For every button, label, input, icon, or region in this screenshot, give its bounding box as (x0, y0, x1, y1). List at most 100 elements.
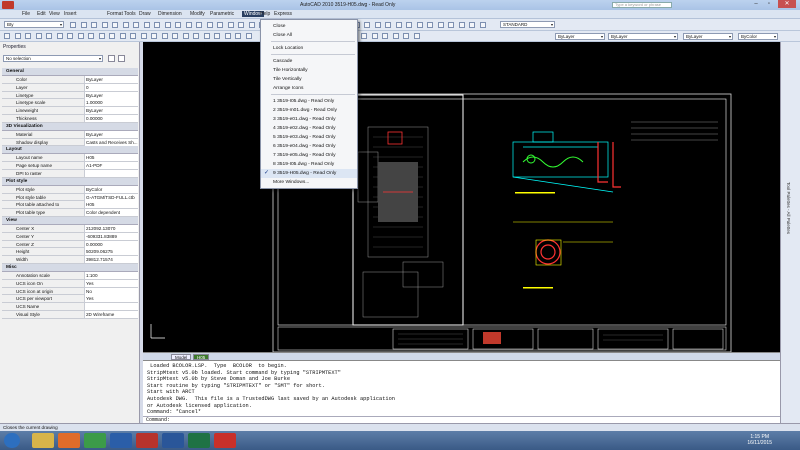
toolbar-tool-icon[interactable] (224, 33, 231, 39)
quick-select-icon[interactable] (108, 55, 115, 62)
menu-edit[interactable]: Edit (35, 11, 48, 17)
property-row[interactable]: Layer 0 (2, 83, 138, 92)
property-row[interactable]: UCS per viewport Yes (2, 295, 138, 304)
property-row[interactable]: Plot table type Color dependent (2, 209, 138, 217)
toolbar-tool-icon[interactable] (133, 22, 139, 28)
menu-express[interactable]: Express (272, 11, 294, 17)
layer-combo[interactable]: Bty ▾ (4, 21, 64, 28)
toolbar-tool-icon[interactable] (77, 33, 84, 39)
toolbar-tool-icon[interactable] (101, 22, 108, 28)
help-search-input[interactable]: Type a keyword or phrase (612, 2, 672, 8)
property-row[interactable]: Layout name H05 (2, 154, 138, 163)
menu-parametric[interactable]: Parametric (208, 11, 236, 17)
toolbar-tool-icon[interactable] (175, 22, 181, 28)
property-value[interactable]: ByLayer (84, 107, 138, 115)
toolbar-tool-icon[interactable] (172, 33, 178, 39)
property-row[interactable]: Height 50209.06275 (2, 248, 138, 257)
start-button[interactable] (4, 433, 20, 448)
property-value[interactable]: -609331.83889 (84, 232, 138, 240)
app-logo-icon[interactable] (2, 1, 14, 9)
color-combo[interactable]: ByLayer ▾ (555, 33, 605, 40)
toolbar-tool-icon[interactable] (479, 22, 486, 28)
toolbar-tool-icon[interactable] (248, 22, 255, 28)
menu-item-document[interactable]: 5 3519-e03.dwg - Read Only (261, 133, 357, 142)
acrobat-icon[interactable] (214, 433, 236, 448)
toolbar-tool-icon[interactable] (122, 22, 129, 28)
properties-section-misc[interactable]: Misc (2, 264, 138, 272)
toolbar-tool-icon[interactable] (25, 33, 31, 39)
system-clock[interactable]: 1:15 PM 16/11/2015 (747, 434, 772, 446)
toolbar-tool-icon[interactable] (112, 22, 118, 28)
menu-modify[interactable]: Modify (188, 11, 207, 17)
toolbar-tool-icon[interactable] (416, 22, 423, 28)
explorer-icon[interactable] (32, 433, 54, 448)
toolbar-tool-icon[interactable] (413, 33, 420, 39)
property-row[interactable]: Material ByLayer (2, 130, 138, 139)
toolbar-tool-icon[interactable] (70, 22, 76, 28)
property-row[interactable]: Plot style table G-ATGM/TSD-FULL.ctb (2, 193, 138, 202)
menu-draw[interactable]: Draw (137, 11, 153, 17)
menu-item-document[interactable]: 4 3519-e02.dwg - Read Only (261, 124, 357, 133)
word-icon[interactable] (162, 433, 184, 448)
toolbar-tool-icon[interactable] (143, 22, 150, 28)
toolbar-tool-icon[interactable] (214, 33, 220, 39)
toolbar-tool-icon[interactable] (361, 33, 367, 39)
property-row[interactable]: Center X 212092.13070 (2, 225, 138, 233)
toolbar-tool-icon[interactable] (4, 33, 10, 39)
property-value[interactable]: 50209.06275 (84, 248, 138, 256)
toolbar-tool-icon[interactable] (385, 22, 391, 28)
toolbar-tool-icon[interactable] (119, 33, 126, 39)
toolbar-tool-icon[interactable] (206, 22, 213, 28)
toolbar-tool-icon[interactable] (109, 33, 115, 39)
menu-file[interactable]: File (20, 11, 32, 17)
property-value[interactable]: 0.00000 (84, 240, 138, 248)
toolbar-tool-icon[interactable] (203, 33, 210, 39)
property-value[interactable]: 212092.13070 (84, 225, 138, 232)
property-value[interactable]: Color dependent (84, 209, 138, 217)
menu-item-close-all[interactable]: Close All (261, 31, 357, 40)
property-row[interactable]: Color ByLayer (2, 76, 138, 84)
menu-item-document[interactable]: 3 3519-e01.dwg - Read Only (261, 115, 357, 124)
toolbar-tool-icon[interactable] (403, 33, 409, 39)
toolbar-tool-icon[interactable] (448, 22, 454, 28)
autocad-taskbar-icon[interactable] (136, 433, 158, 448)
menu-dimension[interactable]: Dimension (156, 11, 184, 17)
restore-icon[interactable]: ▫ (763, 0, 775, 8)
toolbar-tool-icon[interactable] (374, 22, 381, 28)
menu-item-tile-horizontally[interactable]: Tile Horizontally (261, 66, 357, 75)
properties-section-plot-style[interactable]: Plot style (2, 177, 138, 186)
property-row[interactable]: DPI to raster (2, 170, 138, 178)
property-value[interactable]: 1.00000 (84, 99, 138, 107)
menu-item-close[interactable]: Close (261, 22, 357, 31)
firefox-icon[interactable] (58, 433, 80, 448)
toolbar-tool-icon[interactable] (88, 33, 94, 39)
toolbar-tool-icon[interactable] (217, 22, 223, 28)
toolbar-tool-icon[interactable] (427, 22, 433, 28)
property-value[interactable]: H05 (84, 154, 138, 162)
property-value[interactable]: G-ATGM/TSD-FULL.ctb (84, 193, 138, 201)
toolbar-tool-icon[interactable] (364, 22, 370, 28)
properties-section-3d-visualization[interactable]: 3D Visualization (2, 122, 138, 131)
command-input[interactable]: Command: (143, 416, 780, 423)
property-row[interactable]: UCS icon On Yes (2, 279, 138, 288)
toolbar-tool-icon[interactable] (395, 22, 402, 28)
toolbar-tool-icon[interactable] (193, 33, 199, 39)
toolbar-tool-icon[interactable] (437, 22, 444, 28)
property-row[interactable]: Annotation scale 1:100 (2, 272, 138, 280)
property-row[interactable]: Plot table attached to H05 (2, 201, 138, 210)
menu-view[interactable]: View (47, 11, 62, 17)
toolbar-tool-icon[interactable] (14, 33, 21, 39)
toolbar-tool-icon[interactable] (130, 33, 136, 39)
property-value[interactable]: 1:100 (84, 272, 138, 279)
toolbar-tool-icon[interactable] (196, 22, 202, 28)
property-row[interactable]: Lineweight ByLayer (2, 107, 138, 115)
drawing-canvas[interactable] (143, 42, 780, 353)
property-row[interactable]: Shadow display Casts and Receives Sh... (2, 138, 138, 147)
property-value[interactable]: Yes (84, 279, 138, 287)
property-row[interactable]: Plot style ByColor (2, 185, 138, 194)
menu-item-document[interactable]: 2 3519-m01.dwg - Read Only (261, 106, 357, 115)
toolbar-tool-icon[interactable] (392, 33, 399, 39)
menu-item-more-windows[interactable]: More Windows... (261, 178, 357, 187)
toolbar-tool-icon[interactable] (91, 22, 97, 28)
menu-tools[interactable]: Tools (122, 11, 138, 17)
